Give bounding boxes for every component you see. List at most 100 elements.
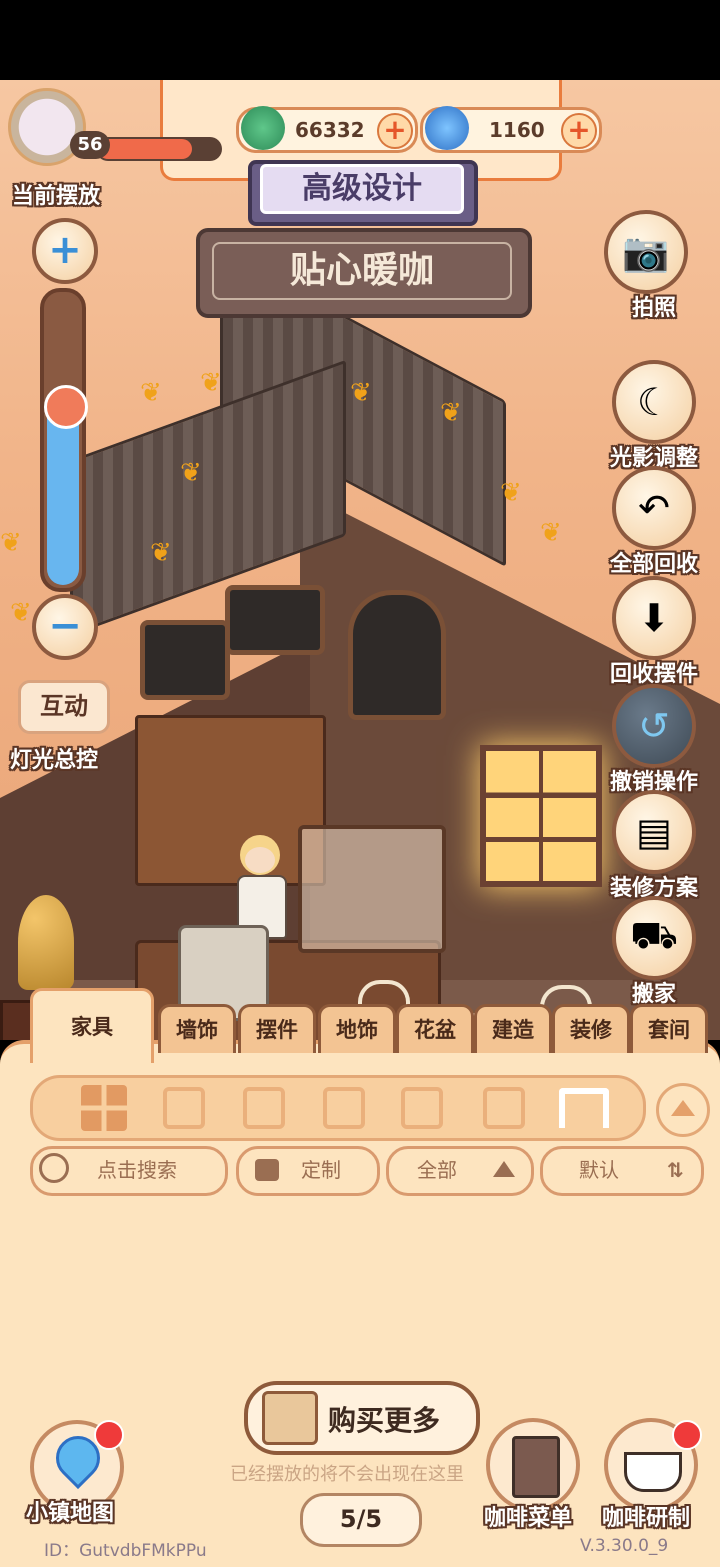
recycle-box-button[interactable]: ⬇ <box>612 576 696 660</box>
recycle-box-icon: ⬇ <box>638 596 670 640</box>
stool-icon[interactable] <box>319 1084 369 1132</box>
add-clover-button[interactable]: + <box>377 113 413 149</box>
cabinet-icon[interactable] <box>479 1084 529 1132</box>
ginkgo-leaf: ❦ <box>150 538 172 568</box>
collapse-up-button[interactable] <box>656 1083 710 1137</box>
advanced-design-button[interactable]: 高级设计 <box>248 160 478 226</box>
ginkgo-leaf: ❦ <box>440 398 462 428</box>
cabinet-icon-shape <box>483 1087 525 1129</box>
buy-more-button[interactable]: 购买更多 <box>244 1381 480 1455</box>
ginkgo-leaf: ❦ <box>350 378 372 408</box>
star-tag-icon <box>255 1159 279 1181</box>
zoom-in-button[interactable]: + <box>32 218 98 284</box>
category-bar <box>30 1075 646 1141</box>
undo-button[interactable]: ↺ <box>612 684 696 768</box>
undo-icon: ↺ <box>638 704 670 748</box>
shop-sign: 贴心暖咖 <box>196 228 532 318</box>
placed-note: 已经摆放的将不会出现在这里 <box>230 1464 464 1485</box>
interact-button[interactable]: 互动 <box>18 680 110 734</box>
shop-name: 贴心暖咖 <box>212 242 512 300</box>
advanced-design-label: 高级设计 <box>260 164 464 214</box>
sun-moon-icon: ☾ <box>636 380 672 424</box>
ginkgo-leaf: ❦ <box>10 598 32 628</box>
custom-filter-label: 定制 <box>301 1158 341 1182</box>
coffee-menu-label[interactable]: 咖啡菜单 <box>484 1500 572 1532</box>
search-input[interactable]: 点击搜索 <box>97 1149 177 1191</box>
sort-button[interactable]: 默认 ⇅ <box>540 1146 704 1196</box>
dessert-showcase <box>298 825 446 953</box>
plan-icon: ▤ <box>636 810 672 854</box>
bed-icon[interactable] <box>397 1084 447 1132</box>
ginkgo-leaf: ❦ <box>140 378 162 408</box>
zoom-slider[interactable] <box>40 288 88 592</box>
sort-label: 默认 <box>579 1158 619 1182</box>
stool-icon-shape <box>323 1087 365 1129</box>
gem-resource: 1160 + <box>420 106 602 153</box>
sun-moon-button[interactable]: ☾ <box>612 360 696 444</box>
all-filter-label: 全部 <box>417 1158 457 1182</box>
gramophone-horn <box>18 895 74 990</box>
tab-7[interactable]: 套间 <box>630 1004 708 1053</box>
side-menu-label[interactable]: 全部回收 <box>594 546 714 578</box>
search-box[interactable]: 点击搜索 <box>30 1146 228 1196</box>
toilet-icon-shape <box>243 1087 285 1129</box>
fridge-icon[interactable] <box>159 1084 209 1132</box>
menu-book-icon <box>512 1436 560 1498</box>
grid-icon-shape <box>81 1085 127 1131</box>
add-gem-button[interactable]: + <box>561 113 597 149</box>
tab-4[interactable]: 花盆 <box>396 1004 474 1053</box>
gem-count: 1160 <box>489 118 545 142</box>
version-label: V.3.30.0_9 <box>580 1536 669 1556</box>
tab-6[interactable]: 装修 <box>552 1004 630 1053</box>
grid-icon[interactable] <box>79 1084 129 1132</box>
tab-3[interactable]: 地饰 <box>318 1004 396 1053</box>
search-icon <box>39 1153 69 1183</box>
player-id: ID：GutvdbFMkPPu <box>44 1541 207 1561</box>
ginkgo-leaf: ❦ <box>540 518 562 548</box>
town-map-label[interactable]: 小镇地图 <box>26 1495 114 1527</box>
camera-button[interactable]: 📷 <box>604 210 688 294</box>
toilet-icon[interactable] <box>239 1084 289 1132</box>
current-placement-label: 当前摆放 <box>12 184 101 209</box>
tab-2[interactable]: 摆件 <box>238 1004 316 1053</box>
page-indicator: 5/5 <box>300 1493 422 1547</box>
clover-icon <box>241 106 285 150</box>
triangle-up-icon <box>671 1100 695 1116</box>
fridge-icon-shape <box>163 1087 205 1129</box>
all-filter-dropdown[interactable]: 全部 <box>386 1146 534 1196</box>
status-bar <box>0 0 720 80</box>
ginkgo-leaf: ❦ <box>180 458 202 488</box>
ginkgo-leaf: ❦ <box>0 528 22 558</box>
progress-bar <box>96 137 222 161</box>
level-badge: 56 <box>70 131 110 159</box>
notification-dot <box>94 1420 124 1450</box>
lit-window <box>480 745 602 887</box>
clover-count: 66332 <box>295 118 365 142</box>
coffee-menu-button[interactable] <box>486 1418 580 1512</box>
recycle-all-button[interactable]: ↶ <box>612 466 696 550</box>
tab-1[interactable]: 墙饰 <box>158 1004 236 1053</box>
tab-5[interactable]: 建造 <box>474 1004 552 1053</box>
recycle-all-icon: ↶ <box>638 486 670 530</box>
zoom-out-button[interactable]: − <box>32 594 98 660</box>
table-icon-shape <box>559 1088 609 1128</box>
notification-dot <box>672 1420 702 1450</box>
coffee-cup-icon <box>624 1452 682 1492</box>
light-control-label[interactable]: 灯光总控 <box>10 742 98 774</box>
triangle-up-icon <box>493 1161 515 1177</box>
chalk-menu-board <box>348 590 446 720</box>
tab-0[interactable]: 家具 <box>30 988 154 1063</box>
plan-button[interactable]: ▤ <box>612 790 696 874</box>
custom-filter-button[interactable]: 定制 <box>236 1146 380 1196</box>
chalk-menu-board <box>140 620 230 700</box>
side-menu-label[interactable]: 拍照 <box>594 290 714 322</box>
zoom-slider-knob[interactable] <box>44 385 88 429</box>
buy-more-label: 购买更多 <box>328 1404 441 1437</box>
table-icon[interactable] <box>559 1084 609 1132</box>
sort-icon: ⇅ <box>667 1158 684 1182</box>
chalk-menu-board <box>225 585 325 655</box>
truck-button[interactable]: ⛟ <box>612 896 696 980</box>
truck-icon: ⛟ <box>630 913 678 957</box>
coffee-research-label[interactable]: 咖啡研制 <box>602 1500 690 1532</box>
ginkgo-leaf: ❦ <box>200 368 222 398</box>
